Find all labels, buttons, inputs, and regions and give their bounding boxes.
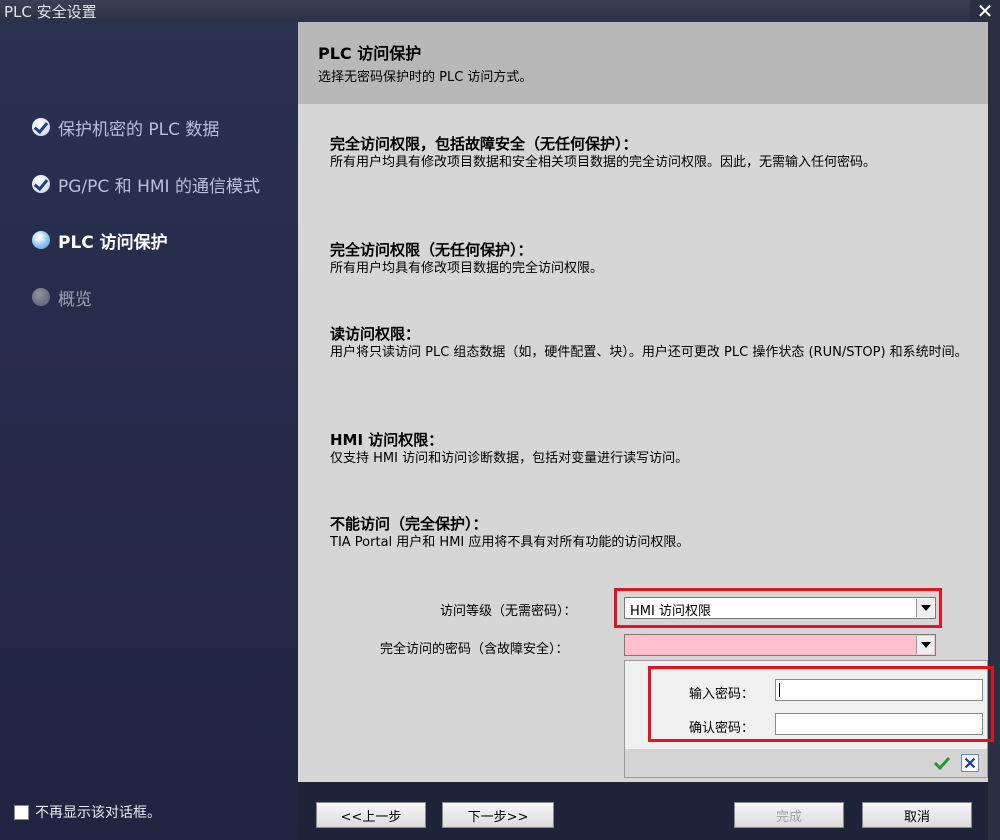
level-full-access-failsafe: 完全访问权限，包括故障安全（无任何保护）： 所有用户均具有修改项目数据和安全相关… xyxy=(330,134,980,171)
pending-step-icon xyxy=(32,288,50,306)
level-title: 完全访问权限，包括故障安全（无任何保护）： xyxy=(330,135,638,153)
level-no-access: 不能访问（完全保护）： TIA Portal 用户和 HMI 应用将不具有对所有… xyxy=(330,514,980,551)
access-level-value: HMI 访问权限 xyxy=(630,604,711,619)
close-button[interactable]: ✕ xyxy=(970,0,1000,22)
level-title: HMI 访问权限： xyxy=(330,431,444,449)
level-title: 不能访问（完全保护）： xyxy=(330,515,488,533)
level-text: 用户将只读访问 PLC 组态数据（如，硬件配置、块）。用户还可更改 PLC 操作… xyxy=(330,345,968,360)
step-label: PLC 访问保护 xyxy=(58,232,168,253)
cancel-x-icon[interactable] xyxy=(961,754,979,772)
dont-show-again[interactable]: 不再显示该对话框。 xyxy=(14,802,161,822)
confirm-check-icon[interactable] xyxy=(933,754,951,772)
step-plc-access-protection[interactable]: PLC 访问保护 xyxy=(32,228,168,253)
level-text: 所有用户均具有修改项目数据的完全访问权限。 xyxy=(330,261,604,276)
dont-show-checkbox[interactable] xyxy=(14,804,29,820)
check-icon xyxy=(32,118,50,136)
full-access-password-label: 完全访问的密码（含故障安全）： xyxy=(380,642,569,657)
page-title: PLC 访问保护 xyxy=(318,44,422,63)
step-label: 概览 xyxy=(58,289,92,310)
step-protect-confidential-data[interactable]: 保护机密的 PLC 数据 xyxy=(32,115,220,140)
level-text: TIA Portal 用户和 HMI 应用将不具有对所有功能的访问权限。 xyxy=(330,535,690,550)
page-header: PLC 访问保护 选择无密码保护时的 PLC 访问方式。 xyxy=(298,22,988,104)
chevron-down-icon[interactable] xyxy=(916,599,934,617)
level-read-access: 读访问权限： 用户将只读访问 PLC 组态数据（如，硬件配置、块）。用户还可更改… xyxy=(330,324,980,361)
step-label: PG/PC 和 HMI 的通信模式 xyxy=(58,176,260,197)
level-title: 完全访问权限（无任何保护）： xyxy=(330,241,533,259)
wizard-steps-sidebar xyxy=(0,22,298,840)
check-icon xyxy=(32,175,50,193)
back-button[interactable]: <<上一步 xyxy=(316,802,426,828)
access-level-label: 访问等级（无需密码）： xyxy=(440,604,577,619)
step-label: 保护机密的 PLC 数据 xyxy=(58,119,220,140)
highlight-password-inputs xyxy=(648,666,994,742)
close-icon: ✕ xyxy=(976,0,994,23)
finish-button[interactable]: 完成 xyxy=(734,802,844,828)
step-overview[interactable]: 概览 xyxy=(32,285,92,310)
level-text: 所有用户均具有修改项目数据和安全相关项目数据的完全访问权限。因此，无需输入任何密… xyxy=(330,155,877,170)
next-button[interactable]: 下一步>> xyxy=(442,802,554,828)
dont-show-label: 不再显示该对话框。 xyxy=(35,805,161,821)
page-subtitle: 选择无密码保护时的 PLC 访问方式。 xyxy=(318,70,533,85)
level-title: 读访问权限： xyxy=(330,325,421,343)
access-level-select[interactable]: HMI 访问权限 xyxy=(624,597,936,619)
window-title: PLC 安全设置 xyxy=(4,3,97,21)
cancel-button[interactable]: 取消 xyxy=(862,802,972,828)
full-access-password-field[interactable] xyxy=(624,634,936,656)
level-hmi-access: HMI 访问权限： 仅支持 HMI 访问和访问诊断数据，包括对变量进行读写访问。 xyxy=(330,430,980,467)
current-step-icon xyxy=(32,231,50,249)
level-full-access: 完全访问权限（无任何保护）： 所有用户均具有修改项目数据的完全访问权限。 xyxy=(330,240,980,277)
level-text: 仅支持 HMI 访问和访问诊断数据，包括对变量进行读写访问。 xyxy=(330,451,689,466)
title-bar: PLC 安全设置 ✕ xyxy=(0,0,1000,22)
main-content: 完全访问权限，包括故障安全（无任何保护）： 所有用户均具有修改项目数据和安全相关… xyxy=(298,104,994,782)
step-communication-mode[interactable]: PG/PC 和 HMI 的通信模式 xyxy=(32,172,260,197)
chevron-down-icon[interactable] xyxy=(916,636,934,654)
